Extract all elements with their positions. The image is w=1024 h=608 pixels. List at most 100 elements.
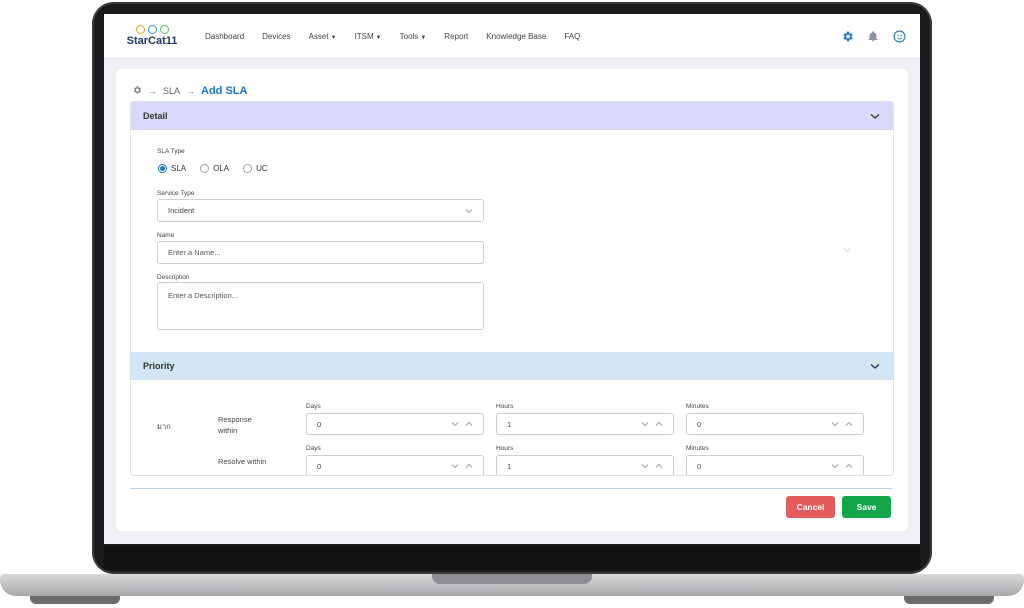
- name-label: Name: [157, 232, 175, 239]
- nav-item-asset[interactable]: Asset ▼: [300, 32, 346, 41]
- stepper-field[interactable]: 0: [686, 413, 864, 435]
- top-nav: StarCat11 Dashboard Devices Asset ▼ ITSM ▼…: [104, 14, 920, 59]
- stepper-field[interactable]: 0: [306, 413, 484, 435]
- nav-item-label: Knowledge Base: [486, 31, 547, 41]
- main-menu: Dashboard Devices Asset ▼ ITSM ▼ Tools ▼ Re…: [196, 32, 589, 41]
- nav-item-report[interactable]: Report: [435, 32, 477, 41]
- radio-sla[interactable]: SLA: [158, 164, 186, 173]
- chevron-down-icon[interactable]: [641, 463, 649, 469]
- stepper-value: 0: [317, 461, 322, 471]
- chevron-down-icon: [843, 248, 851, 253]
- resolve-days-stepper[interactable]: 0: [306, 455, 484, 475]
- chevron-up-icon[interactable]: [869, 360, 881, 372]
- service-type-select[interactable]: Incident: [157, 199, 484, 222]
- nav-item-label: FAQ: [564, 31, 581, 41]
- radio-circle[interactable]: [158, 164, 167, 173]
- sla-type-label: SLA Type: [157, 148, 185, 155]
- stepper-value: 0: [697, 461, 702, 471]
- user-icon[interactable]: [892, 29, 906, 43]
- description-textarea[interactable]: Enter a Description...: [157, 282, 484, 330]
- chevron-down-icon[interactable]: [451, 463, 459, 469]
- app-logo[interactable]: StarCat11: [112, 25, 192, 47]
- service-type-label: Service Type: [157, 190, 195, 197]
- arrow-right-icon: →: [186, 86, 196, 96]
- stepper-field[interactable]: 0: [686, 455, 864, 475]
- laptop-foot-left: [30, 596, 120, 604]
- name-placeholder: Enter a Name...: [168, 248, 221, 257]
- radio-circle[interactable]: [243, 164, 253, 173]
- priority-section-header[interactable]: Priority: [131, 352, 893, 380]
- nav-item-knowledge-base[interactable]: Knowledge Base: [477, 32, 555, 41]
- nav-item-faq[interactable]: FAQ: [555, 32, 589, 41]
- page-title: Add SLA: [201, 85, 248, 97]
- save-button[interactable]: Save: [842, 496, 891, 518]
- response-hours-stepper[interactable]: 1: [496, 413, 674, 435]
- days-label: Days: [306, 445, 321, 452]
- radio-label: SLA: [171, 164, 187, 173]
- hours-label: Hours: [496, 403, 514, 410]
- nav-item-itsm[interactable]: ITSM ▼: [346, 32, 391, 41]
- laptop-foot-right: [904, 596, 994, 604]
- stepper-controls: [831, 421, 853, 427]
- nav-item-tools[interactable]: Tools ▼: [391, 32, 436, 41]
- caret-down-icon: ▼: [330, 34, 337, 41]
- content-card: → SLA → Add SLA Detail SLA Type SLA OLA …: [116, 69, 908, 531]
- stepper-field[interactable]: 1: [496, 413, 674, 435]
- chevron-up-icon[interactable]: [845, 421, 853, 427]
- chevron-up-icon[interactable]: [465, 463, 473, 469]
- minutes-label: Minutes: [686, 445, 709, 452]
- gear-icon[interactable]: [840, 29, 854, 43]
- radio-ola[interactable]: OLA: [200, 164, 229, 173]
- response-within-label: Response within: [218, 415, 252, 435]
- chevron-up-icon[interactable]: [655, 421, 663, 427]
- nav-item-label: Devices: [262, 31, 291, 41]
- caret-down-icon: ▼: [420, 34, 427, 41]
- nav-item-label: Tools: [399, 31, 419, 41]
- detail-section-header[interactable]: Detail: [131, 102, 893, 130]
- description-placeholder: Enter a Description...: [168, 291, 239, 300]
- logo-text: StarCat11: [126, 35, 178, 47]
- response-days-stepper[interactable]: 0: [306, 413, 484, 435]
- hours-label: Hours: [496, 445, 514, 452]
- breadcrumb: → SLA → Add SLA: [132, 85, 247, 97]
- breadcrumb-sla[interactable]: SLA: [163, 86, 180, 96]
- resolve-hours-stepper[interactable]: 1: [496, 455, 674, 475]
- chevron-up-icon[interactable]: [869, 110, 881, 122]
- nav-item-label: Report: [444, 31, 469, 41]
- nav-item-label: Asset: [308, 31, 329, 41]
- stepper-value: 1: [507, 461, 512, 471]
- footer-divider: [130, 488, 892, 489]
- logo-dot: [147, 25, 157, 34]
- cancel-button[interactable]: Cancel: [786, 496, 835, 518]
- nav-item-label: Dashboard: [205, 31, 245, 41]
- radio-label: OLA: [213, 164, 230, 173]
- stepper-value: 0: [317, 419, 322, 429]
- resolve-within-label: Resolve within: [218, 457, 267, 466]
- bell-icon[interactable]: [866, 29, 880, 43]
- nav-item-dashboard[interactable]: Dashboard: [196, 32, 253, 41]
- stepper-field[interactable]: 1: [496, 455, 674, 475]
- chevron-up-icon[interactable]: [655, 463, 663, 469]
- chevron-down-icon[interactable]: [831, 463, 839, 469]
- laptop-chin: [104, 546, 920, 570]
- form-panel: Detail SLA Type SLA OLA UC Service Type …: [130, 101, 894, 476]
- chevron-down-icon[interactable]: [451, 421, 459, 427]
- radio-circle[interactable]: [200, 164, 210, 173]
- chevron-up-icon[interactable]: [465, 421, 473, 427]
- nav-item-devices[interactable]: Devices: [253, 32, 299, 41]
- chevron-down-icon[interactable]: [831, 421, 839, 427]
- gear-icon[interactable]: [132, 85, 142, 97]
- arrow-right-icon: →: [148, 86, 157, 96]
- description-label: Description: [157, 274, 190, 281]
- chevron-up-icon[interactable]: [845, 463, 853, 469]
- stepper-field[interactable]: 0: [306, 455, 484, 475]
- response-minutes-stepper[interactable]: 0: [686, 413, 864, 435]
- app-screen: StarCat11 Dashboard Devices Asset ▼ ITSM ▼…: [104, 14, 920, 544]
- chevron-down-icon[interactable]: [641, 421, 649, 427]
- stepper-controls: [641, 421, 663, 427]
- service-type-value: Incident: [168, 206, 195, 215]
- name-input[interactable]: Enter a Name...: [157, 241, 484, 264]
- resolve-minutes-stepper[interactable]: 0: [686, 455, 864, 475]
- radio-uc[interactable]: UC: [243, 164, 268, 173]
- stepper-controls: [451, 421, 473, 427]
